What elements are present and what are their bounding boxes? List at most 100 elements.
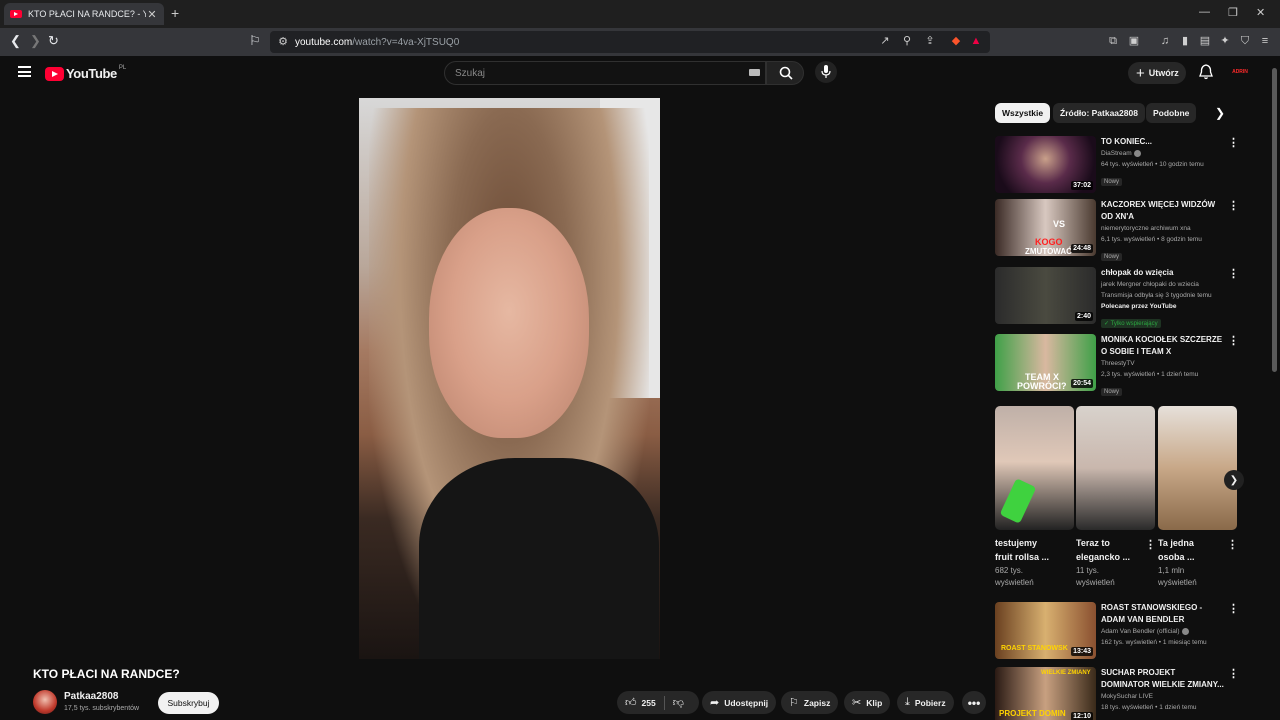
extensions-icon[interactable]: ⧉ (1106, 34, 1120, 48)
rec-title[interactable]: chłopak do wzięcia (1101, 267, 1226, 279)
more-actions-button[interactable]: ••• (962, 691, 986, 714)
brave-shield-icon[interactable]: ◆ (949, 34, 963, 48)
more-options-icon[interactable]: ⋮ (1228, 667, 1239, 680)
page-scrollbar[interactable] (1269, 56, 1280, 720)
rewards-icon[interactable]: ▲ (969, 34, 983, 48)
browser-tab-bar: KTO PŁACI NA RANDCE? - YouTu ✕ + — ❐ ✕ (0, 0, 1280, 28)
video-thumbnail[interactable]: TEAM X POWRÓCI? 20:54 (995, 334, 1096, 391)
short-title[interactable]: testujemy fruit rollsa ... (995, 536, 1057, 564)
rec-title[interactable]: KACZOREX WIĘCEJ WIDZÓW OD XN'A (1101, 199, 1226, 223)
rec-meta: 162 tys. wyświetleń • 1 miesiąc temu (1101, 639, 1207, 646)
chip-related[interactable]: Podobne (1146, 103, 1197, 123)
duration-badge: 2:40 (1074, 312, 1093, 321)
keyboard-icon[interactable] (749, 69, 760, 76)
video-thumbnail[interactable]: 37:02 (995, 136, 1096, 193)
guide-menu-icon[interactable] (18, 66, 31, 77)
thumb-text: KOGO (1035, 237, 1063, 247)
duration-badge: 37:02 (1071, 181, 1093, 190)
rec-channel: jarek Mergner chłopaki do wziecia (1101, 281, 1199, 288)
more-options-icon[interactable]: ⋮ (1228, 602, 1239, 615)
short-views: 682 tys. wyświetleń (995, 566, 1034, 587)
short-thumbnail[interactable] (1076, 406, 1155, 530)
short-item[interactable]: testujemy fruit rollsa ... 682 tys. wyświe… (995, 406, 1074, 589)
video-player[interactable] (359, 98, 660, 659)
sidebar-icon[interactable]: ▮ (1178, 34, 1192, 48)
search-button[interactable] (766, 61, 804, 85)
more-options-icon[interactable]: ⋮ (1228, 136, 1239, 149)
more-options-icon[interactable]: ⋮ (1227, 538, 1238, 551)
video-thumbnail[interactable]: ROAST STANOWSK 13:43 (995, 602, 1096, 659)
notifications-bell-icon[interactable] (1198, 64, 1214, 80)
close-tab-icon[interactable]: ✕ (146, 8, 158, 21)
rec-meta: 6,1 tys. wyświetleń • 8 godzin temu (1101, 236, 1202, 243)
search-placeholder: Szukaj (455, 67, 486, 79)
minimize-icon[interactable]: — (1199, 6, 1210, 18)
clip-button[interactable]: ✂ Klip (844, 691, 891, 714)
channel-avatar[interactable] (33, 690, 57, 714)
microphone-icon (821, 65, 831, 78)
youtube-play-icon (45, 66, 64, 81)
open-external-icon[interactable]: ↗ (878, 34, 892, 48)
share-label: Udostępnij (724, 697, 769, 708)
create-button[interactable]: + Utwórz (1128, 62, 1186, 84)
video-thumbnail[interactable]: WIELKIE ZMIANY PROJEKT DOMIN 12:10 (995, 667, 1096, 720)
subscribe-button[interactable]: Subskrybuj (158, 692, 219, 714)
music-icon[interactable]: ♫ (1158, 34, 1172, 48)
shorts-next-button[interactable]: ❯ (1224, 470, 1244, 490)
more-options-icon[interactable]: ⋮ (1228, 334, 1239, 347)
chevron-right-icon[interactable]: ❯ (1215, 106, 1225, 120)
dislike-icon[interactable]: 👎︎ (673, 696, 684, 709)
forward-icon[interactable]: ❯ (30, 33, 41, 49)
more-options-icon[interactable]: ⋮ (1228, 267, 1239, 280)
channel-name[interactable]: Patkaa2808 (64, 691, 119, 702)
screenshot-icon[interactable]: ▣ (1127, 34, 1141, 48)
rec-meta: 18 tys. wyświetleń • 1 dzień temu (1101, 704, 1197, 711)
new-tab-icon[interactable]: + (171, 5, 179, 21)
scrollbar-thumb[interactable] (1272, 68, 1277, 372)
account-avatar[interactable]: ADRIN (1230, 64, 1250, 80)
browser-tab[interactable]: KTO PŁACI NA RANDCE? - YouTu ✕ (4, 3, 164, 25)
leo-ai-icon[interactable]: ✦ (1218, 34, 1232, 48)
list-item[interactable]: WIELKIE ZMIANY PROJEKT DOMIN 12:10 SUCHA… (995, 667, 1245, 720)
save-button[interactable]: ⚐ Zapisz (781, 691, 839, 714)
chip-source[interactable]: Źródło: Patkaa2808 (1053, 103, 1145, 123)
like-dislike-group: 👍︎ 255 👎︎ (617, 691, 699, 714)
video-thumbnail[interactable]: VS KOGO ZMUTOWAĆ 24:48 (995, 199, 1096, 256)
short-item[interactable]: Ta jedna osoba ... 1,1 mln wyświetleń ⋮ (1158, 406, 1238, 589)
short-title[interactable]: Ta jedna osoba ... (1158, 536, 1220, 564)
plus-icon: + (1136, 64, 1145, 82)
chip-all[interactable]: Wszystkie (995, 103, 1051, 123)
back-icon[interactable]: ❮ (10, 33, 21, 49)
rec-title[interactable]: ROAST STANOWSKIEGO - ADAM VAN BENDLER (1101, 602, 1226, 626)
share-page-icon[interactable]: ⇪ (923, 34, 937, 48)
rec-title[interactable]: TO KONIEC... (1101, 136, 1226, 148)
short-item[interactable]: Teraz to elegancko ... 11 tys. wyświetleń … (1076, 406, 1156, 589)
short-title[interactable]: Teraz to elegancko ... (1076, 536, 1138, 564)
youtube-favicon-icon (10, 10, 22, 18)
restore-icon[interactable]: ❐ (1228, 6, 1238, 19)
share-button[interactable]: ➦ Udostępnij (702, 691, 777, 714)
like-icon[interactable]: 👍︎ (625, 696, 637, 709)
divider (663, 695, 665, 710)
zoom-icon[interactable]: ⚲ (900, 34, 914, 48)
site-settings-icon[interactable]: ⚙ (276, 35, 290, 49)
video-thumbnail[interactable]: 2:40 (995, 267, 1096, 324)
voice-search-button[interactable] (815, 61, 837, 83)
bookmark-icon[interactable]: ⚐ (249, 33, 261, 49)
more-options-icon[interactable]: ⋮ (1228, 199, 1239, 212)
download-button[interactable]: ⤓ Pobierz (897, 691, 954, 714)
reload-icon[interactable]: ↻ (48, 33, 59, 49)
like-count[interactable]: 255 (642, 698, 656, 708)
wallet-icon[interactable]: ▤ (1198, 34, 1212, 48)
more-options-icon[interactable]: ⋮ (1145, 538, 1156, 551)
close-window-icon[interactable]: ✕ (1256, 6, 1265, 19)
vpn-icon[interactable]: ⛉ (1238, 34, 1252, 48)
short-thumbnail[interactable] (995, 406, 1074, 530)
rec-title[interactable]: SUCHAR PROJEKT DOMINATOR WIELKIE ZMIANY.… (1101, 667, 1226, 691)
search-input[interactable]: Szukaj (444, 61, 766, 85)
youtube-logo[interactable]: YouTube PL (45, 64, 127, 81)
rec-title[interactable]: MONIKA KOCIOŁEK SZCZERZE O SOBIE I TEAM … (1101, 334, 1226, 358)
browser-menu-icon[interactable]: ≡ (1258, 34, 1272, 48)
country-code: PL (118, 64, 127, 71)
short-thumbnail[interactable] (1158, 406, 1237, 530)
